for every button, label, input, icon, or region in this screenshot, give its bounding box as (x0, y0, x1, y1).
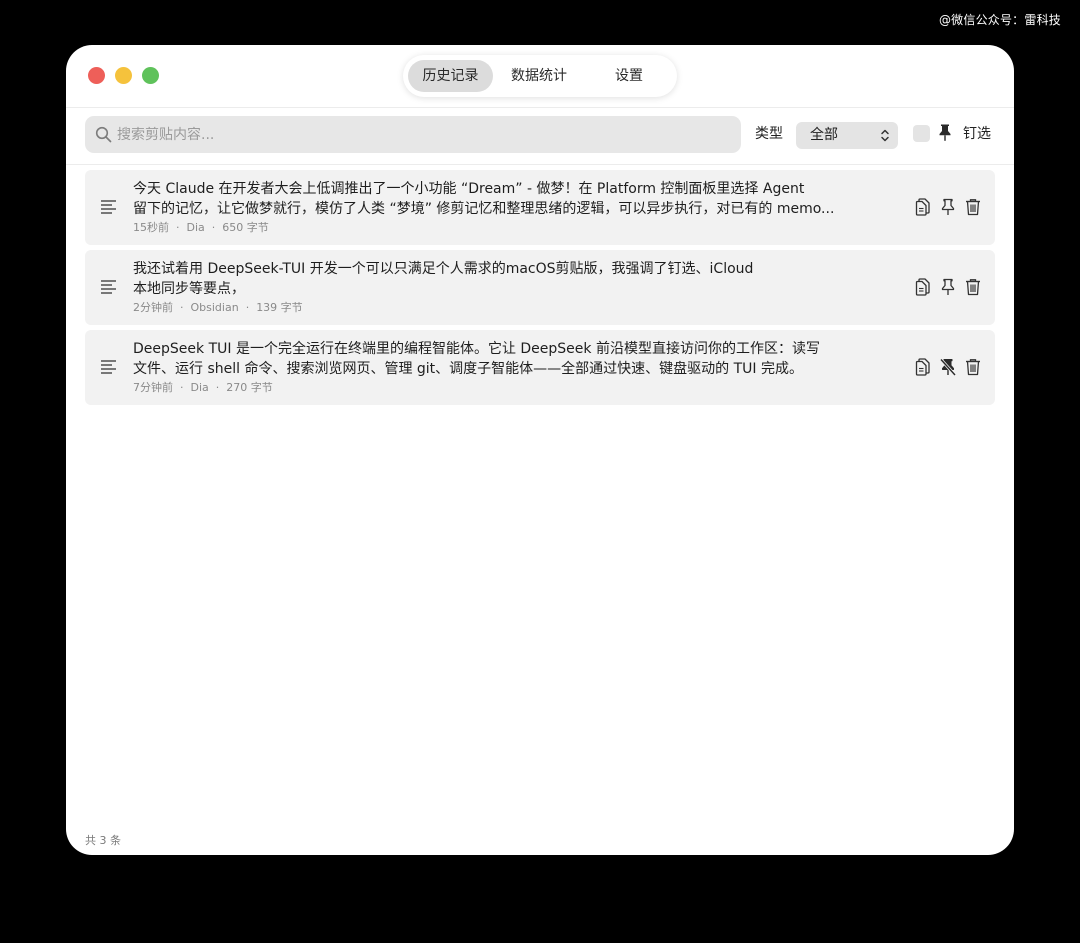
watermark: @微信公众号：雷科技 (938, 13, 1061, 27)
text-lines-icon (101, 200, 116, 214)
search-input[interactable] (117, 116, 727, 153)
copy-icon[interactable] (913, 357, 933, 377)
item-content-line: 今天 Claude 在开发者大会上低调推出了一个小功能 “Dream” - 做梦… (133, 181, 805, 197)
pin-icon[interactable] (938, 277, 958, 297)
tab-history[interactable]: 历史记录 (408, 60, 493, 92)
search-box[interactable] (85, 116, 741, 153)
item-size: 650 字节 (222, 221, 269, 234)
copy-icon[interactable] (913, 197, 933, 217)
item-time: 15秒前 (133, 221, 169, 234)
tab-settings[interactable]: 设置 (585, 60, 673, 92)
item-meta: 7分钟前 · Dia · 270 字节 (133, 381, 273, 394)
clipboard-list: 今天 Claude 在开发者大会上低调推出了一个小功能 “Dream” - 做梦… (85, 170, 995, 410)
pin-icon[interactable] (938, 197, 958, 217)
text-lines-icon (101, 360, 116, 374)
item-time: 2分钟前 (133, 301, 173, 314)
trash-icon[interactable] (963, 197, 983, 217)
pin-filter-checkbox[interactable] (913, 125, 930, 142)
item-size: 270 字节 (226, 381, 273, 394)
type-select[interactable]: 全部 (796, 122, 898, 149)
item-content-line: 我还试着用 DeepSeek-TUI 开发一个可以只满足个人需求的macOS剪贴… (133, 261, 754, 277)
title-bar: 历史记录 数据统计 设置 (66, 45, 1014, 108)
item-meta: 2分钟前 · Obsidian · 139 字节 (133, 301, 303, 314)
trash-icon[interactable] (963, 277, 983, 297)
trash-icon[interactable] (963, 357, 983, 377)
item-content-line: 文件、运行 shell 命令、搜索浏览网页、管理 git、调度子智能体——全部通… (133, 361, 804, 377)
toolbar: 类型 全部 钉选 (66, 108, 1014, 165)
item-size: 139 字节 (256, 301, 303, 314)
tab-bar: 历史记录 数据统计 设置 (403, 55, 677, 97)
pin-icon (939, 124, 951, 141)
item-content: 今天 Claude 在开发者大会上低调推出了一个小功能 “Dream” - 做梦… (133, 179, 841, 219)
maximize-button[interactable] (142, 67, 159, 84)
list-item[interactable]: DeepSeek TUI 是一个完全运行在终端里的编程智能体。它让 DeepSe… (85, 330, 995, 405)
copy-icon[interactable] (913, 277, 933, 297)
chevron-updown-icon (881, 129, 889, 142)
close-button[interactable] (88, 67, 105, 84)
item-source: Dia (190, 381, 209, 394)
item-source: Obsidian (190, 301, 239, 314)
item-content: 我还试着用 DeepSeek-TUI 开发一个可以只满足个人需求的macOS剪贴… (133, 259, 841, 299)
item-time: 7分钟前 (133, 381, 173, 394)
list-item[interactable]: 今天 Claude 在开发者大会上低调推出了一个小功能 “Dream” - 做梦… (85, 170, 995, 245)
item-content-line: DeepSeek TUI 是一个完全运行在终端里的编程智能体。它让 DeepSe… (133, 341, 820, 357)
pin-filter-label: 钉选 (963, 126, 991, 142)
unpin-icon[interactable] (938, 357, 958, 377)
type-select-value: 全部 (810, 127, 838, 143)
tab-statistics[interactable]: 数据统计 (495, 60, 583, 92)
type-label: 类型 (755, 126, 783, 142)
text-lines-icon (101, 280, 116, 294)
item-content: DeepSeek TUI 是一个完全运行在终端里的编程智能体。它让 DeepSe… (133, 339, 841, 379)
item-source: Dia (186, 221, 205, 234)
item-meta: 15秒前 · Dia · 650 字节 (133, 221, 269, 234)
minimize-button[interactable] (115, 67, 132, 84)
list-item[interactable]: 我还试着用 DeepSeek-TUI 开发一个可以只满足个人需求的macOS剪贴… (85, 250, 995, 325)
item-content-line: 本地同步等要点， (133, 281, 245, 297)
app-window: 历史记录 数据统计 设置 类型 全部 钉选 (66, 45, 1014, 855)
item-content-line: 留下的记忆，让它做梦就行，模仿了人类 “梦境” 修剪记忆和整理思绪的逻辑，可以异… (133, 201, 835, 217)
search-icon (95, 126, 112, 143)
item-count: 共 3 条 (85, 834, 121, 847)
